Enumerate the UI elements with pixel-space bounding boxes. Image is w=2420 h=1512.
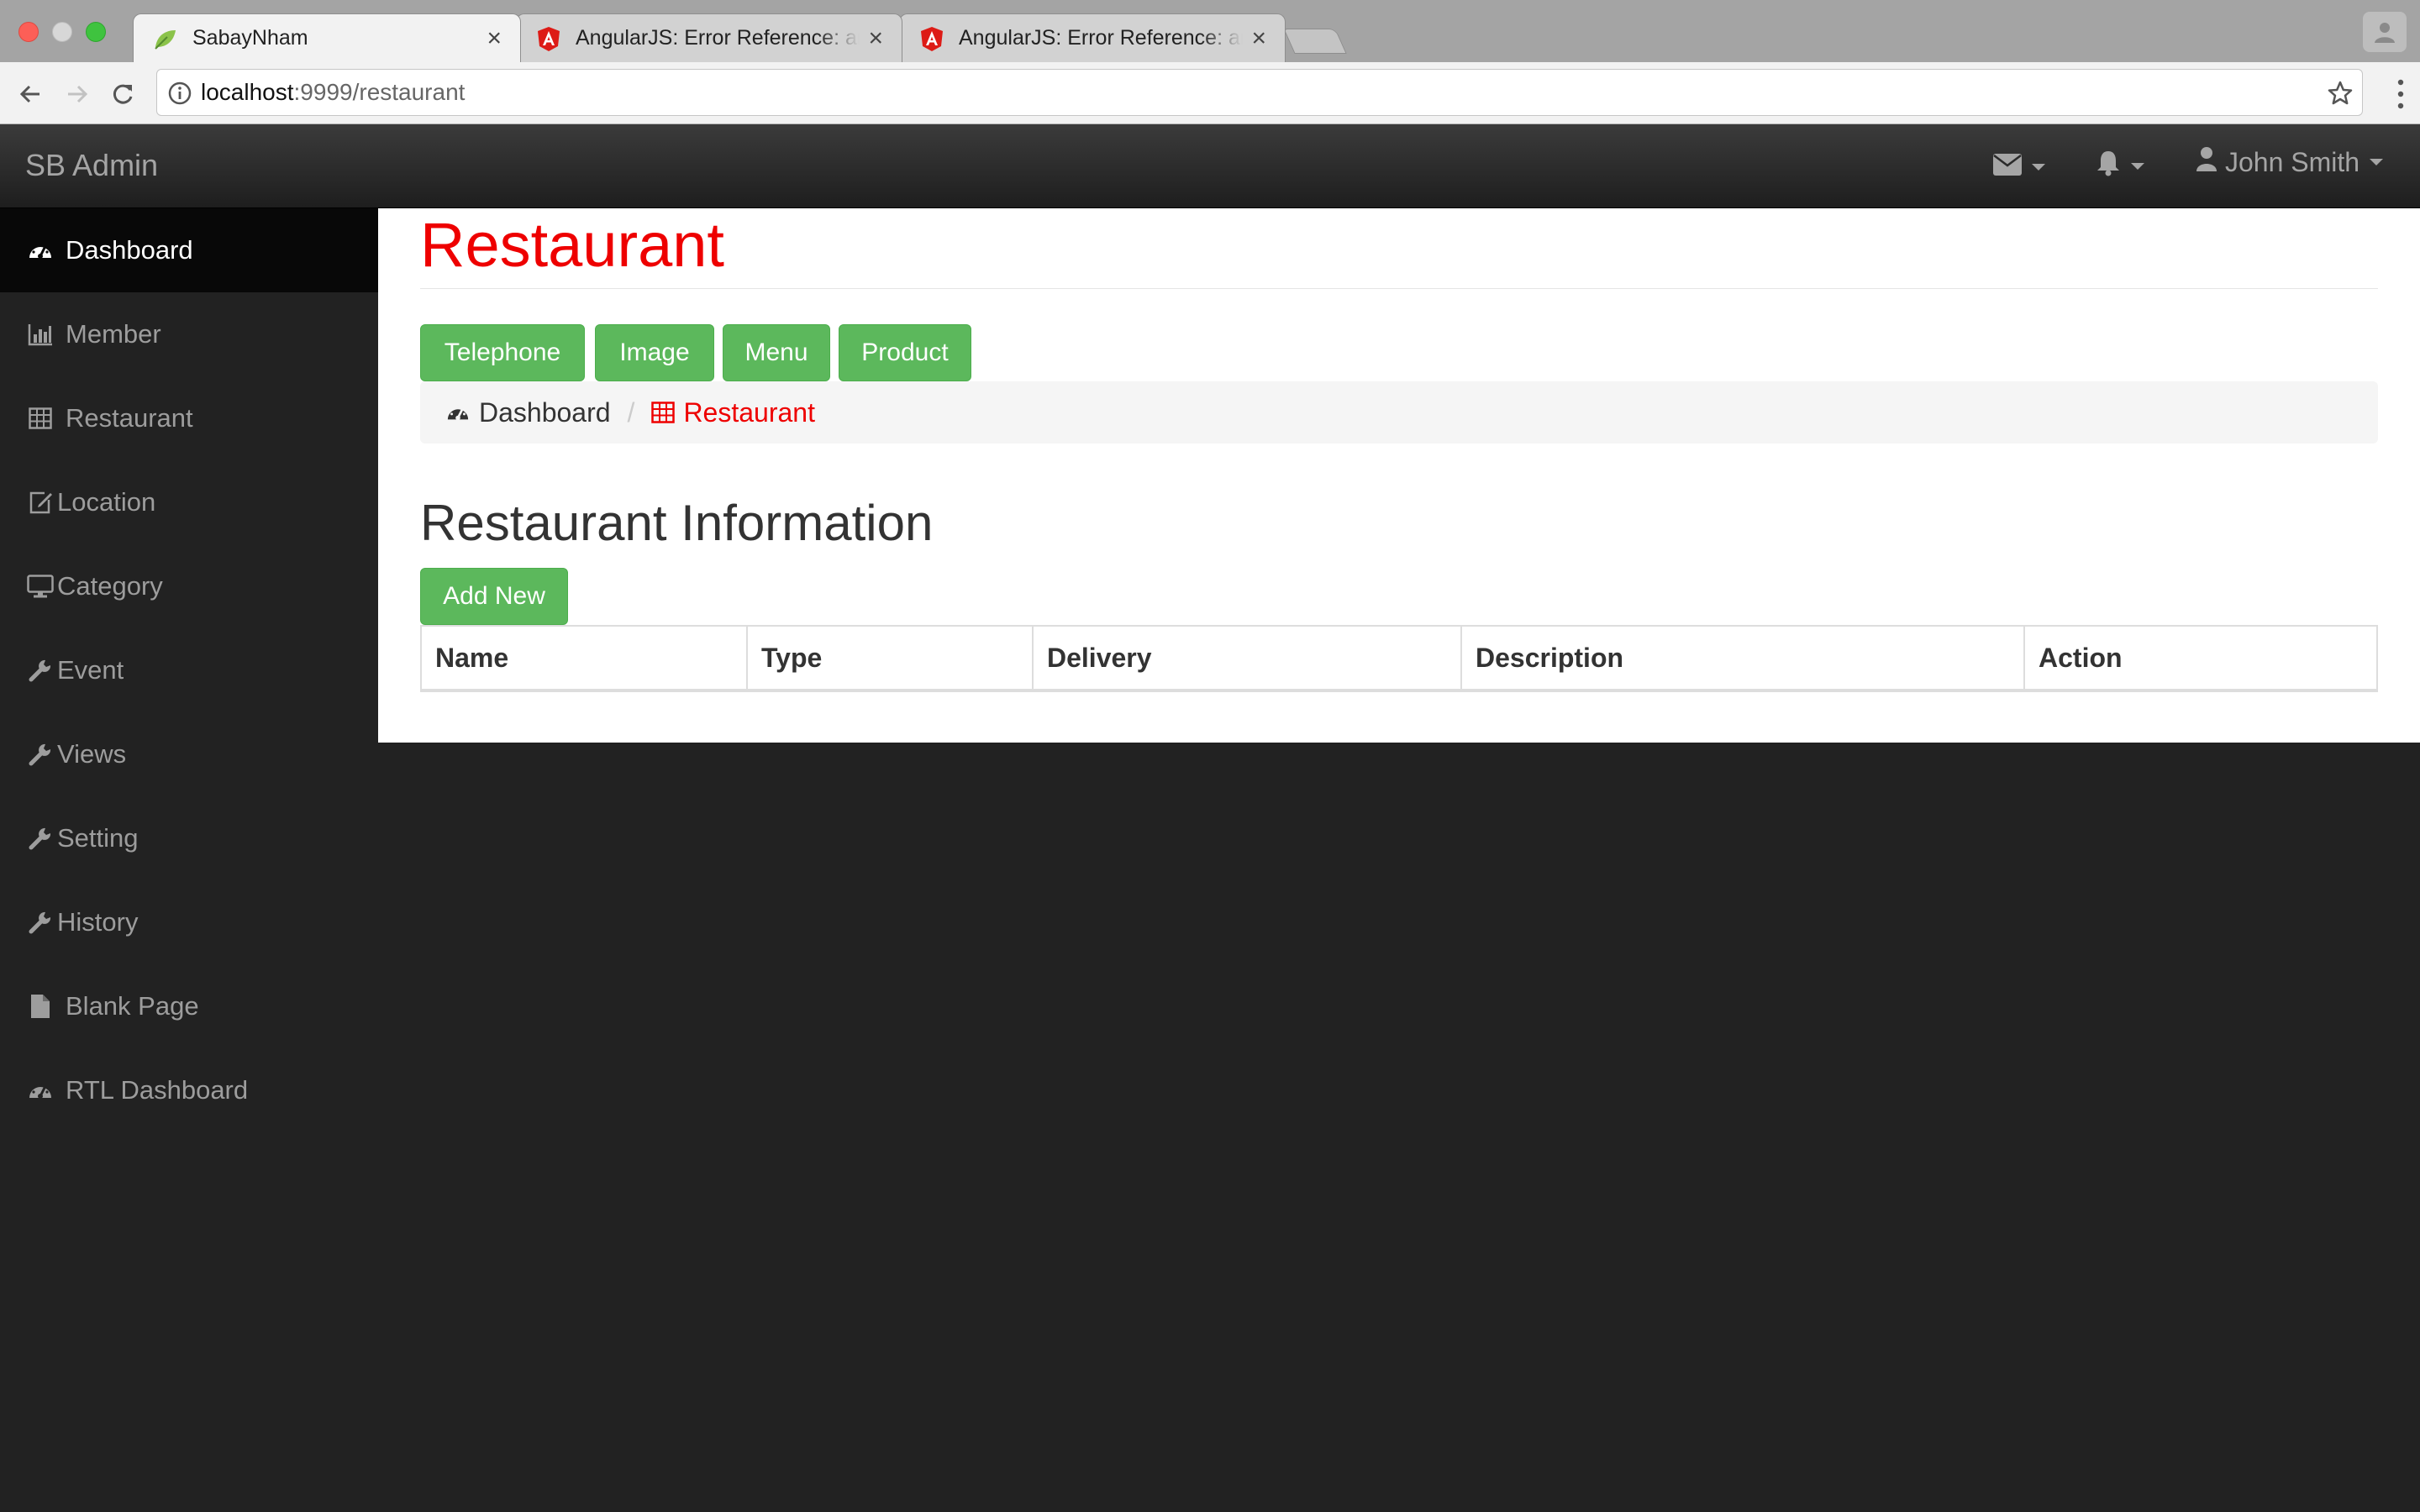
edit-icon xyxy=(27,489,54,516)
dashboard-icon xyxy=(27,237,54,264)
tab-close-icon[interactable]: × xyxy=(487,25,502,51)
column-header-name[interactable]: Name xyxy=(422,627,748,689)
wrench-icon xyxy=(27,657,54,684)
leaf-icon xyxy=(152,25,179,52)
wrench-icon xyxy=(27,909,54,936)
user-dropdown[interactable]: John Smith xyxy=(2196,146,2384,178)
back-arrow-icon[interactable] xyxy=(15,79,45,109)
chevron-down-icon xyxy=(2370,159,2384,165)
address-bar[interactable]: localhost:9999/restaurant xyxy=(156,69,2363,116)
restaurant-table: Name Type Delivery Description Action xyxy=(420,625,2378,692)
sidebar-item-location[interactable]: Location xyxy=(0,460,378,544)
tab-title: AngularJS: Error Reference: ar xyxy=(576,26,860,50)
sidebar-item-label: Category xyxy=(57,571,163,601)
brand-logo[interactable]: SB Admin xyxy=(25,148,158,183)
close-window-button[interactable] xyxy=(18,22,39,42)
divider xyxy=(420,288,2378,289)
table-icon xyxy=(27,405,54,432)
breadcrumb-dashboard-link[interactable]: Dashboard xyxy=(445,397,611,428)
browser-toolbar: localhost:9999/restaurant xyxy=(0,62,2420,124)
section-title: Restaurant Information xyxy=(420,495,934,551)
browser-menu-icon[interactable] xyxy=(2396,77,2405,111)
messages-dropdown[interactable] xyxy=(1993,151,2045,182)
file-icon xyxy=(27,993,54,1020)
tab-close-icon[interactable]: × xyxy=(1251,25,1266,51)
sidebar-item-setting[interactable]: Setting xyxy=(0,796,378,880)
chevron-down-icon xyxy=(2032,163,2045,171)
bookmark-star-icon[interactable] xyxy=(2327,80,2354,111)
sidebar-item-label: Member xyxy=(66,319,161,349)
wrench-icon xyxy=(27,825,54,852)
sidebar-item-history[interactable]: History xyxy=(0,880,378,964)
browser-tab-sabaynham[interactable]: SabayNham × xyxy=(133,13,521,62)
tab-title: SabayNham xyxy=(192,26,308,50)
breadcrumb-current-label: Restaurant xyxy=(683,396,815,428)
info-icon[interactable] xyxy=(167,81,192,110)
sidebar-item-label: Restaurant xyxy=(66,403,193,433)
page-title: Restaurant xyxy=(420,210,724,280)
sidebar-item-label: Views xyxy=(57,739,127,769)
envelope-icon xyxy=(1993,151,2022,182)
sidebar-item-event[interactable]: Event xyxy=(0,628,378,712)
angular-icon xyxy=(918,25,945,52)
column-header-action[interactable]: Action xyxy=(2025,627,2376,689)
bar-chart-icon xyxy=(27,321,54,348)
wrench-icon xyxy=(27,741,54,768)
alerts-dropdown[interactable] xyxy=(2096,150,2144,183)
column-header-delivery[interactable]: Delivery xyxy=(1034,627,1462,689)
breadcrumb-home-label: Dashboard xyxy=(479,396,611,428)
sidebar-item-category[interactable]: Category xyxy=(0,544,378,628)
sidebar: Dashboard Member Restaurant Location Cat… xyxy=(0,208,378,1512)
sidebar-item-label: History xyxy=(57,907,139,937)
main-content: Restaurant Telephone Image Menu Product … xyxy=(378,208,2420,743)
sidebar-item-label: Location xyxy=(57,487,156,517)
menu-button[interactable]: Menu xyxy=(723,324,830,381)
angular-icon xyxy=(535,25,562,52)
reload-icon[interactable] xyxy=(108,79,138,109)
product-button[interactable]: Product xyxy=(839,324,971,381)
new-tab-button[interactable] xyxy=(1283,29,1347,54)
breadcrumb-separator: / xyxy=(627,396,635,428)
desktop-icon xyxy=(27,573,54,600)
tab-close-icon[interactable]: × xyxy=(868,25,883,51)
sidebar-item-views[interactable]: Views xyxy=(0,712,378,796)
sidebar-item-dashboard[interactable]: Dashboard xyxy=(0,208,378,292)
url-path: :9999/restaurant xyxy=(293,79,466,105)
maximize-window-button[interactable] xyxy=(86,22,106,42)
dashboard-icon xyxy=(445,401,471,424)
breadcrumb: Dashboard / Restaurant xyxy=(420,381,2378,444)
top-navbar: SB Admin John Smith xyxy=(0,124,2420,208)
sidebar-item-member[interactable]: Member xyxy=(0,292,378,376)
profile-icon[interactable] xyxy=(2363,12,2407,52)
bell-icon xyxy=(2096,150,2121,183)
add-new-button[interactable]: Add New xyxy=(420,568,568,625)
minimize-window-button[interactable] xyxy=(52,22,72,42)
table-icon xyxy=(651,402,676,423)
column-header-description[interactable]: Description xyxy=(1462,627,2025,689)
url-host: localhost xyxy=(201,79,294,105)
sidebar-item-label: Blank Page xyxy=(66,991,199,1021)
column-header-type[interactable]: Type xyxy=(748,627,1034,689)
browser-tab-angular-error-1[interactable]: AngularJS: Error Reference: ar × xyxy=(516,13,902,62)
sidebar-item-rtl-dashboard[interactable]: RTL Dashboard xyxy=(0,1048,378,1132)
telephone-button[interactable]: Telephone xyxy=(420,324,585,381)
user-name: John Smith xyxy=(2225,146,2360,177)
image-button[interactable]: Image xyxy=(595,324,714,381)
forward-arrow-icon[interactable] xyxy=(62,79,92,109)
sidebar-item-label: Setting xyxy=(57,823,139,853)
chevron-down-icon xyxy=(2131,163,2144,170)
dashboard-icon xyxy=(27,1077,54,1104)
sidebar-item-label: RTL Dashboard xyxy=(66,1075,249,1105)
sidebar-item-restaurant[interactable]: Restaurant xyxy=(0,376,378,460)
tab-title: AngularJS: Error Reference: ar xyxy=(959,26,1244,50)
sidebar-item-blank-page[interactable]: Blank Page xyxy=(0,964,378,1048)
browser-tab-angular-error-2[interactable]: AngularJS: Error Reference: ar × xyxy=(899,13,1286,62)
browser-tab-strip: SabayNham × AngularJS: Error Reference: … xyxy=(0,0,2420,62)
sidebar-item-label: Dashboard xyxy=(66,235,193,265)
sidebar-item-label: Event xyxy=(57,655,124,685)
breadcrumb-current: Restaurant xyxy=(651,397,815,428)
user-icon xyxy=(2196,146,2217,178)
